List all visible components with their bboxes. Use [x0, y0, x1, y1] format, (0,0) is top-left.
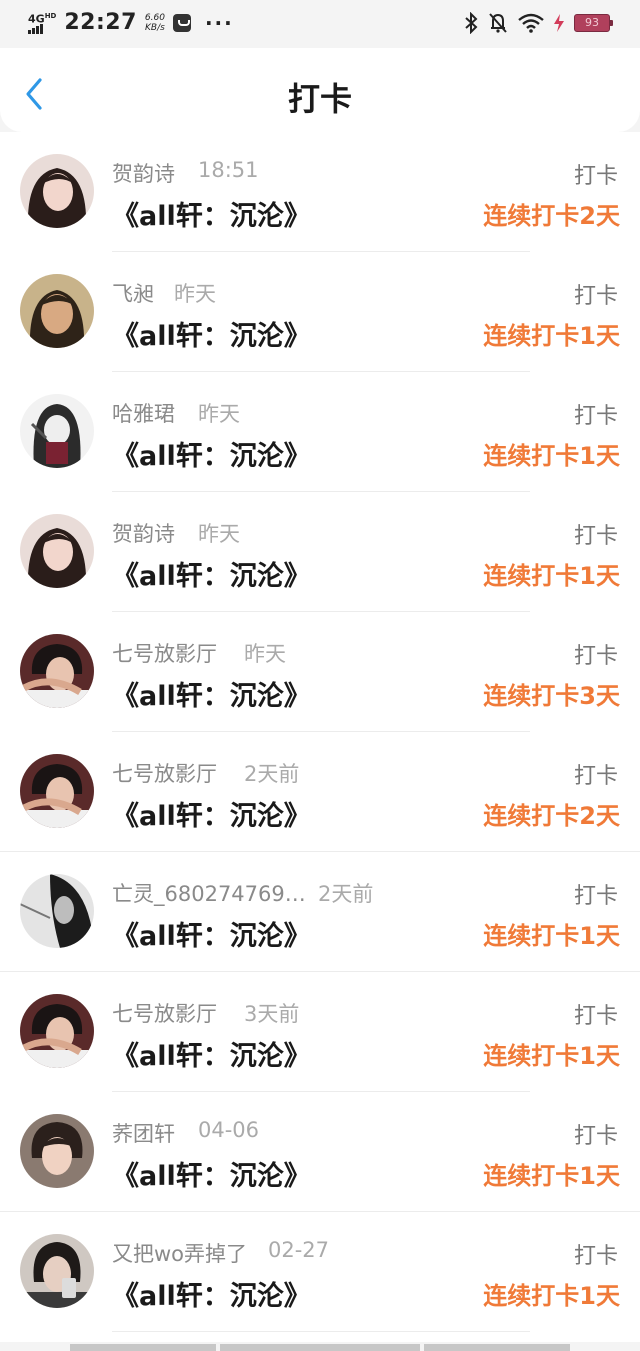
book-title[interactable]: 《all轩：沉沦》	[112, 794, 311, 833]
list-item[interactable]: 七号放影厅 2天前 《all轩：沉沦》 打卡 连续打卡2天	[0, 732, 640, 852]
book-title[interactable]: 《all轩：沉沦》	[112, 674, 311, 713]
book-title[interactable]: 《all轩：沉沦》	[112, 434, 311, 473]
bottom-scroll-indicator	[70, 1344, 570, 1351]
checkin-time: 02-27	[268, 1238, 330, 1262]
list-item[interactable]: 七号放影厅 3天前 《all轩：沉沦》 打卡 连续打卡1天	[0, 972, 640, 1092]
bluetooth-icon	[465, 12, 478, 34]
list-item[interactable]: 荞团轩 04-06 《all轩：沉沦》 打卡 连续打卡1天	[0, 1092, 640, 1212]
status-bar: 4GHD 22:27 6.60 KB/s ··· 93	[0, 0, 640, 48]
avatar[interactable]	[20, 634, 94, 708]
notification-app-icon	[172, 13, 191, 32]
checkin-label: 打卡	[573, 284, 618, 309]
checkin-label: 打卡	[573, 764, 618, 789]
list-item[interactable]: 亡灵_680274769… 2天前 《all轩：沉沦》 打卡 连续打卡1天	[0, 852, 640, 972]
streak-badge: 连续打卡1天	[483, 562, 620, 590]
user-name[interactable]: 又把wo弄掉了	[112, 1238, 247, 1268]
checkin-time: 2天前	[244, 762, 300, 786]
list-item[interactable]: 哈雅珺 昨天 《all轩：沉沦》 打卡 连续打卡1天	[0, 372, 640, 492]
net-speed: 6.60 KB/s	[144, 12, 165, 33]
book-title[interactable]: 《all轩：沉沦》	[112, 914, 311, 953]
user-name[interactable]: 哈雅珺	[112, 398, 175, 428]
network-indicator: 4GHD	[28, 11, 56, 35]
checkin-time: 3天前	[244, 1002, 300, 1026]
book-title[interactable]: 《all轩：沉沦》	[112, 1034, 311, 1073]
streak-badge: 连续打卡1天	[483, 322, 620, 350]
checkin-label: 打卡	[573, 404, 618, 429]
avatar[interactable]	[20, 1114, 94, 1188]
avatar[interactable]	[20, 394, 94, 468]
charging-icon	[554, 14, 564, 32]
book-title[interactable]: 《all轩：沉沦》	[112, 554, 311, 593]
avatar[interactable]	[20, 754, 94, 828]
book-title[interactable]: 《all轩：沉沦》	[112, 1274, 311, 1313]
avatar[interactable]	[20, 994, 94, 1068]
user-name[interactable]: 荞团轩	[112, 1118, 175, 1148]
checkin-time: 昨天	[198, 522, 240, 546]
checkin-list: 贺韵诗 18:51 《all轩：沉沦》 打卡 连续打卡2天 飞昶 昨天 《all…	[0, 132, 640, 1342]
book-title[interactable]: 《all轩：沉沦》	[112, 1154, 311, 1193]
streak-badge: 连续打卡2天	[483, 202, 620, 230]
user-name[interactable]: 亡灵_680274769…	[112, 878, 306, 908]
mute-bell-icon	[489, 13, 507, 33]
checkin-label: 打卡	[573, 524, 618, 549]
checkin-label: 打卡	[573, 644, 618, 669]
streak-badge: 连续打卡1天	[483, 442, 620, 470]
list-item[interactable]: 又把wo弄掉了 02-27 《all轩：沉沦》 打卡 连续打卡1天	[0, 1212, 640, 1332]
user-name[interactable]: 七号放影厅	[112, 758, 217, 788]
list-item[interactable]: 飞昶 昨天 《all轩：沉沦》 打卡 连续打卡1天	[0, 252, 640, 372]
battery-icon: 93	[574, 14, 613, 32]
checkin-label: 打卡	[573, 1244, 618, 1269]
avatar[interactable]	[20, 154, 94, 228]
avatar[interactable]	[20, 274, 94, 348]
list-item[interactable]: 贺韵诗 18:51 《all轩：沉沦》 打卡 连续打卡2天	[0, 132, 640, 252]
checkin-time: 2天前	[318, 882, 374, 906]
app-header: 打卡	[0, 48, 640, 132]
checkin-time: 昨天	[174, 282, 216, 306]
avatar[interactable]	[20, 1234, 94, 1308]
book-title[interactable]: 《all轩：沉沦》	[112, 314, 311, 353]
streak-badge: 连续打卡3天	[483, 682, 620, 710]
checkin-time: 04-06	[198, 1118, 260, 1142]
avatar[interactable]	[20, 874, 94, 948]
streak-badge: 连续打卡1天	[483, 1042, 620, 1070]
user-name[interactable]: 七号放影厅	[112, 638, 217, 668]
checkin-label: 打卡	[573, 164, 618, 189]
checkin-label: 打卡	[573, 1004, 618, 1029]
checkin-time: 昨天	[244, 642, 286, 666]
user-name[interactable]: 贺韵诗	[112, 158, 175, 188]
checkin-time: 昨天	[198, 402, 240, 426]
clock: 22:27	[64, 10, 137, 35]
streak-badge: 连续打卡1天	[483, 922, 620, 950]
more-notifications-icon: ···	[204, 10, 234, 35]
divider	[112, 1331, 530, 1332]
streak-badge: 连续打卡1天	[483, 1162, 620, 1190]
wifi-icon	[518, 13, 544, 33]
streak-badge: 连续打卡1天	[483, 1282, 620, 1310]
checkin-label: 打卡	[573, 884, 618, 909]
list-item[interactable]: 贺韵诗 昨天 《all轩：沉沦》 打卡 连续打卡1天	[0, 492, 640, 612]
user-name[interactable]: 贺韵诗	[112, 518, 175, 548]
avatar[interactable]	[20, 514, 94, 588]
book-title[interactable]: 《all轩：沉沦》	[112, 194, 311, 233]
signal-icon	[28, 24, 43, 35]
list-item[interactable]: 七号放影厅 昨天 《all轩：沉沦》 打卡 连续打卡3天	[0, 612, 640, 732]
user-name[interactable]: 飞昶	[112, 278, 154, 308]
page-title: 打卡	[287, 80, 352, 118]
user-name[interactable]: 七号放影厅	[112, 998, 217, 1028]
checkin-time: 18:51	[198, 158, 259, 182]
streak-badge: 连续打卡2天	[483, 802, 620, 830]
checkin-label: 打卡	[573, 1124, 618, 1149]
